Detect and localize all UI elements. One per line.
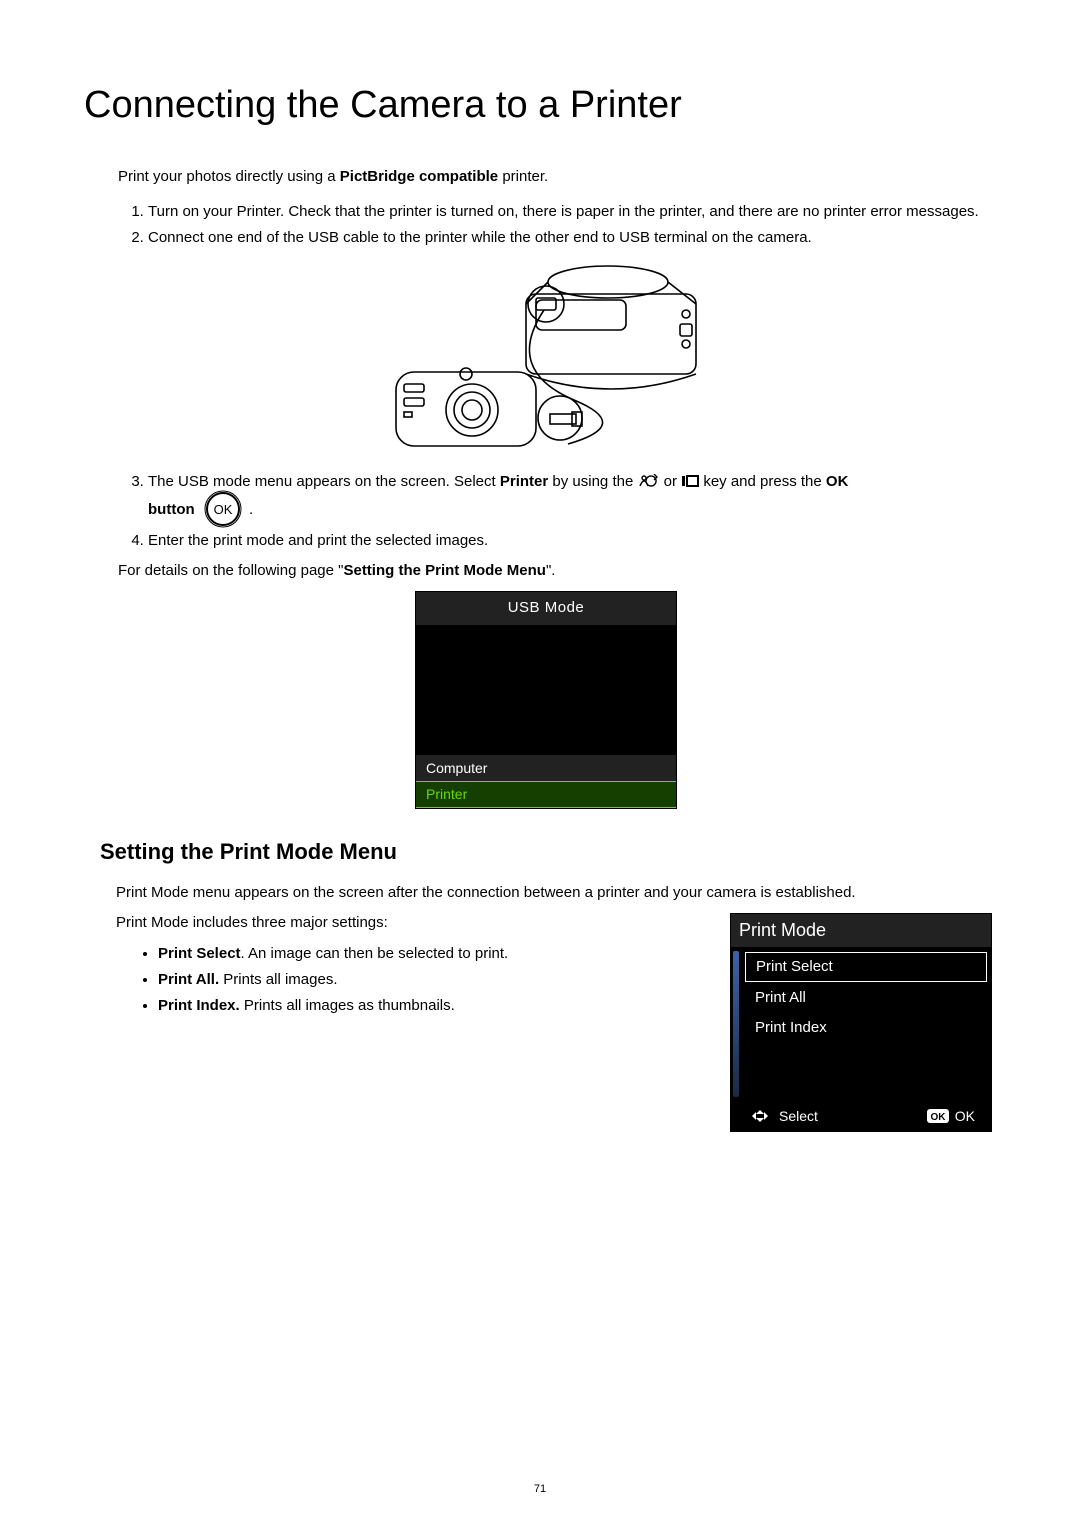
- mode-select-text: . An image can then be selected to print…: [241, 945, 509, 962]
- intro-bold: PictBridge compatible: [340, 168, 498, 185]
- step3-printer-bold: Printer: [500, 473, 548, 490]
- camera-printer-illustration: [376, 254, 716, 460]
- steps-list-2: The USB mode menu appears on the screen.…: [118, 472, 1008, 551]
- print-mode-option-index: Print Index: [745, 1014, 987, 1042]
- step3-prefix: The USB mode menu appears on the screen.…: [148, 473, 500, 490]
- print-mode-option-select: Print Select: [745, 952, 987, 982]
- intro-prefix: Print your photos directly using a: [118, 168, 340, 185]
- print-mode-sidebar-indicator: [733, 951, 739, 1097]
- mode-all-text: Prints all images.: [219, 971, 337, 988]
- step3-suffix: .: [249, 501, 253, 518]
- ok-badge-icon: OK: [927, 1109, 949, 1123]
- print-mode-menu-screenshot: Print Mode Print Select Print All Print …: [730, 913, 992, 1132]
- display-toggle-icon: [681, 474, 699, 494]
- print-mode-footer-select: Select: [779, 1107, 818, 1126]
- step3-mid1: by using the: [548, 473, 637, 490]
- mode-index-bold: Print Index.: [158, 997, 240, 1014]
- print-mode-title: Print Mode: [731, 914, 991, 946]
- mode-index-text: Prints all images as thumbnails.: [240, 997, 455, 1014]
- step-2: Connect one end of the USB cable to the …: [148, 228, 1008, 248]
- step-1: Turn on your Printer. Check that the pri…: [148, 202, 1008, 222]
- steps-list: Turn on your Printer. Check that the pri…: [118, 202, 1008, 249]
- section-intro: Print Mode menu appears on the screen af…: [116, 883, 992, 903]
- ok-button-icon: OK: [203, 489, 243, 535]
- step3-ok-bold-b: button: [148, 501, 195, 518]
- step3-mid3: key and press the: [703, 473, 826, 490]
- step-3: The USB mode menu appears on the screen.…: [148, 472, 1008, 525]
- intro-paragraph: Print your photos directly using a PictB…: [118, 167, 1008, 187]
- intro-suffix: printer.: [498, 168, 548, 185]
- usb-mode-option-printer: Printer: [416, 781, 676, 808]
- step3-ok-bold-a: OK: [826, 473, 849, 490]
- details-suffix: ".: [546, 562, 556, 579]
- ok-button-text: OK: [213, 502, 232, 517]
- macro-mode-icon: [637, 474, 659, 494]
- svg-text:OK: OK: [930, 1112, 946, 1123]
- section-heading: Setting the Print Mode Menu: [100, 837, 992, 867]
- mode-select-bold: Print Select: [158, 945, 241, 962]
- usb-mode-menu-screenshot: USB Mode Computer Printer: [415, 591, 677, 809]
- details-bold: Setting the Print Mode Menu: [343, 562, 546, 579]
- print-mode-section: Print Mode menu appears on the screen af…: [100, 883, 992, 1142]
- details-prefix: For details on the following page ": [118, 562, 343, 579]
- print-mode-footer: Select OK OK: [731, 1101, 991, 1132]
- page-title: Connecting the Camera to a Printer: [84, 80, 1008, 131]
- print-mode-option-all: Print All: [745, 984, 987, 1012]
- usb-mode-body: [416, 625, 676, 755]
- step-4: Enter the print mode and print the selec…: [148, 531, 1008, 551]
- mode-all-bold: Print All.: [158, 971, 219, 988]
- print-mode-footer-ok: OK: [955, 1107, 975, 1126]
- usb-mode-option-computer: Computer: [416, 755, 676, 782]
- print-mode-panel: Print Select Print All Print Index: [731, 947, 991, 1101]
- nav-arrows-icon: [747, 1109, 773, 1123]
- page-number: 71: [0, 1482, 1080, 1497]
- step3-mid2: or: [664, 473, 682, 490]
- usb-mode-title: USB Mode: [416, 592, 676, 624]
- details-line: For details on the following page "Setti…: [118, 561, 1008, 581]
